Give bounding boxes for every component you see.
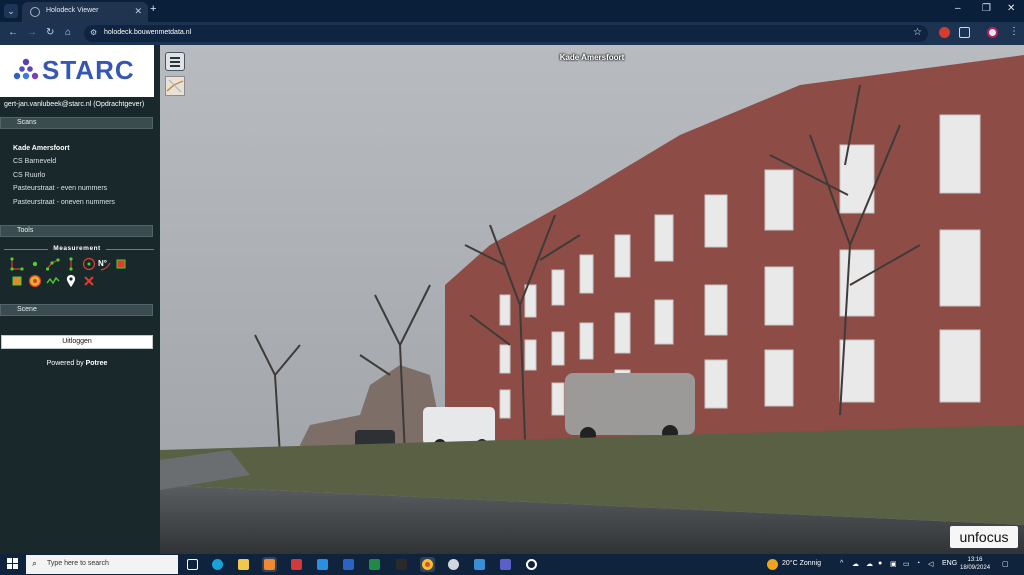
scan-item-kade-amersfoort[interactable]: Kade Amersfoort bbox=[13, 145, 70, 152]
point-cloud-viewer[interactable]: Kade Amersfoort unfocus bbox=[160, 45, 1024, 554]
notifications-icon[interactable]: ▢ bbox=[1002, 560, 1009, 568]
windows-start-icon[interactable] bbox=[7, 558, 19, 570]
close-window-button[interactable]: ✕ bbox=[1007, 3, 1015, 14]
scan-item-pasteurstraat-even[interactable]: Pasteurstraat - even nummers bbox=[13, 185, 107, 192]
powered-by-prefix: Powered by bbox=[46, 360, 84, 367]
extensions-puzzle-icon[interactable] bbox=[959, 27, 970, 38]
browser-toolbar: ← → ↻ ⌂ ⚙ holodeck.bouwenmetdata.nl ☆ bbox=[0, 22, 1024, 45]
sphere-volume-icon[interactable] bbox=[28, 274, 42, 288]
logout-button[interactable]: Uitloggen bbox=[1, 335, 153, 349]
outlook-icon[interactable] bbox=[262, 557, 277, 572]
battery-icon[interactable]: ▭ bbox=[903, 560, 910, 568]
app-dark-icon[interactable] bbox=[394, 557, 409, 572]
minimize-button[interactable]: – bbox=[955, 3, 961, 14]
starc-logo: STARC bbox=[0, 45, 154, 97]
task-view-icon[interactable] bbox=[185, 557, 200, 572]
unfocus-button[interactable]: unfocus bbox=[950, 526, 1018, 548]
scene-title: Kade Amersfoort bbox=[559, 53, 625, 62]
profile-avatar-icon[interactable] bbox=[987, 27, 998, 38]
angle-icon[interactable] bbox=[10, 257, 24, 271]
search-placeholder: Type here to search bbox=[47, 560, 109, 567]
new-tab-button[interactable]: + bbox=[150, 3, 156, 15]
extension-shield-icon[interactable] bbox=[939, 27, 950, 38]
clock-date: 18/09/2024 bbox=[960, 565, 991, 571]
show-hidden-icons-icon[interactable]: ^ bbox=[840, 560, 843, 567]
word-icon[interactable] bbox=[341, 557, 356, 572]
profile-icon[interactable] bbox=[46, 274, 60, 288]
edge-icon[interactable] bbox=[210, 557, 225, 572]
scan-item-pasteurstraat-oneven[interactable]: Pasteurstraat - oneven nummers bbox=[13, 199, 115, 206]
point-icon[interactable] bbox=[28, 257, 42, 271]
measurement-label: Measurement bbox=[53, 245, 101, 252]
annotation-icon[interactable] bbox=[64, 274, 78, 288]
svg-text:N°: N° bbox=[98, 259, 107, 268]
microphone-icon[interactable]: ● bbox=[878, 560, 882, 567]
user-account: gert-jan.vanlubeek@starc.nl (Opdrachtgev… bbox=[4, 101, 145, 108]
app-cloud-icon[interactable] bbox=[446, 557, 461, 572]
height-icon[interactable] bbox=[64, 257, 78, 271]
sidebar: STARC gert-jan.vanlubeek@starc.nl (Opdra… bbox=[0, 45, 160, 554]
site-info-icon[interactable]: ⚙ bbox=[90, 28, 97, 37]
url-text: holodeck.bouwenmetdata.nl bbox=[104, 29, 192, 36]
app-blue-icon[interactable] bbox=[472, 557, 487, 572]
volume-icon[interactable] bbox=[10, 274, 24, 288]
search-icon: ⌕ bbox=[32, 558, 38, 568]
back-arrow-icon[interactable]: ← bbox=[8, 27, 18, 38]
area-icon[interactable] bbox=[114, 257, 128, 271]
taskbar-search-input[interactable]: ⌕ Type here to search bbox=[26, 555, 178, 574]
distance-icon[interactable] bbox=[46, 257, 60, 271]
scan-item-cs-ruurlo[interactable]: CS Ruurlo bbox=[13, 172, 45, 179]
browser-tab-bar: ⌄ Holodeck Viewer ✕ + – ❐ ✕ bbox=[0, 0, 1024, 22]
scene-render bbox=[160, 45, 1024, 554]
browser-menu-icon[interactable]: ⋮ bbox=[1009, 26, 1019, 37]
taskbar: ⌕ Type here to search 20°C Zonnig ^ ☁ ☁ … bbox=[0, 554, 1024, 575]
map-icon bbox=[166, 79, 184, 93]
restore-button[interactable]: ❐ bbox=[982, 3, 991, 14]
excel-icon[interactable] bbox=[367, 557, 382, 572]
minimap-thumbnail[interactable] bbox=[165, 76, 185, 96]
chrome-icon[interactable] bbox=[420, 557, 435, 572]
globe-icon bbox=[30, 7, 40, 17]
teams-icon[interactable] bbox=[498, 557, 513, 572]
logo-text: STARC bbox=[42, 55, 135, 85]
azimuth-icon[interactable]: N° bbox=[98, 257, 112, 271]
starc-logo-mark bbox=[13, 58, 39, 80]
circle-icon[interactable] bbox=[82, 257, 96, 271]
cloud-sync-icon[interactable]: ☁ bbox=[866, 560, 873, 568]
powered-by: Powered by Potree bbox=[0, 360, 154, 367]
language-indicator[interactable]: ENG bbox=[942, 560, 957, 567]
home-icon[interactable]: ⌂ bbox=[65, 27, 71, 38]
bookmark-star-icon[interactable]: ☆ bbox=[913, 27, 922, 38]
tab-close-icon[interactable]: ✕ bbox=[134, 6, 142, 17]
forward-arrow-icon[interactable]: → bbox=[27, 27, 37, 38]
weather-text[interactable]: 20°C Zonnig bbox=[782, 560, 821, 567]
potree-link[interactable]: Potree bbox=[86, 360, 108, 367]
tab-search-button[interactable]: ⌄ bbox=[4, 4, 18, 18]
settings-gear-icon[interactable] bbox=[524, 557, 539, 572]
onedrive-icon[interactable]: ☁ bbox=[852, 560, 859, 568]
browser-tab[interactable]: Holodeck Viewer ✕ bbox=[22, 2, 148, 22]
section-scene[interactable]: Scene bbox=[0, 304, 153, 316]
vscode-icon[interactable] bbox=[315, 557, 330, 572]
app-red-icon[interactable] bbox=[289, 557, 304, 572]
weather-sun-icon[interactable] bbox=[767, 559, 778, 570]
section-tools[interactable]: Tools bbox=[0, 225, 153, 237]
system-clock[interactable]: 13:16 18/09/2024 bbox=[960, 556, 990, 572]
volume-icon[interactable]: ◁ bbox=[928, 560, 933, 568]
camera-icon[interactable]: ▣ bbox=[890, 560, 897, 568]
network-icon[interactable]: ◔ bbox=[916, 560, 920, 567]
reload-icon[interactable]: ↻ bbox=[46, 27, 54, 38]
address-bar[interactable]: ⚙ holodeck.bouwenmetdata.nl ☆ bbox=[84, 25, 928, 42]
file-explorer-icon[interactable] bbox=[236, 557, 251, 572]
clock-time: 13:16 bbox=[967, 557, 983, 563]
tab-title: Holodeck Viewer bbox=[46, 7, 99, 14]
scan-item-cs-barneveld[interactable]: CS Barneveld bbox=[13, 158, 56, 165]
section-scans[interactable]: Scans bbox=[0, 117, 153, 129]
remove-measurements-icon[interactable] bbox=[82, 274, 96, 288]
